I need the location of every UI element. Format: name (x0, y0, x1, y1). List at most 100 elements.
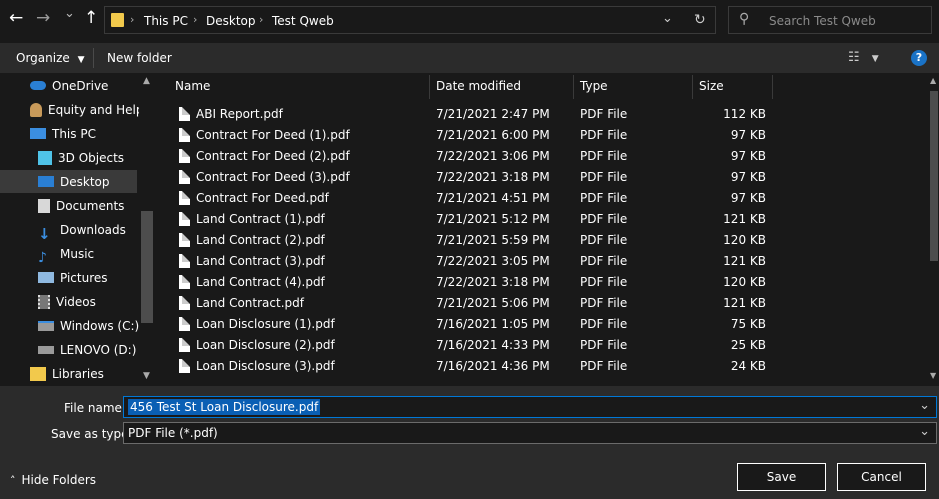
pdf-file-icon (179, 170, 190, 184)
cancel-button[interactable]: Cancel (837, 463, 926, 491)
breadcrumb-separator-icon: › (259, 13, 264, 26)
scroll-up-icon[interactable]: ▲ (143, 76, 150, 86)
save-button[interactable]: Save (737, 463, 826, 491)
pdf-file-icon (179, 149, 190, 163)
filename-field[interactable]: 456 Test St Loan Disclosure.pdf ⌄ (123, 396, 937, 418)
file-row[interactable]: Loan Disclosure (1).pdf 7/16/2021 1:05 PM… (167, 314, 772, 335)
forward-button[interactable]: → (36, 8, 50, 28)
column-divider (692, 75, 693, 99)
hide-folders-button[interactable]: ˄ Hide Folders (10, 473, 96, 487)
sidebar-item-windows-c[interactable]: Windows (C:) (38, 315, 139, 337)
file-list-scrollbar[interactable]: ▲ ▼ (929, 73, 939, 386)
view-options-button[interactable]: ☷ ▼ (848, 50, 879, 65)
toolbar: Organize ▼ New folder ☷ ▼ ? (0, 43, 939, 73)
sidebar-item-onedrive[interactable]: OneDrive (30, 75, 108, 97)
caret-down-icon: ▼ (871, 54, 879, 64)
library-icon (30, 366, 46, 381)
sidebar-scrollbar[interactable]: ▲ ▼ (139, 73, 155, 386)
refresh-icon[interactable]: ↻ (694, 12, 706, 28)
file-type: PDF File (580, 359, 628, 373)
scroll-down-icon[interactable]: ▼ (930, 371, 936, 380)
chevron-down-icon[interactable]: ⌄ (919, 424, 930, 439)
chevron-up-icon: ˄ (10, 474, 16, 487)
pdf-file-icon (179, 254, 190, 268)
file-name: Contract For Deed.pdf (196, 191, 329, 205)
scrollbar-thumb[interactable] (930, 91, 938, 261)
document-icon (38, 198, 50, 213)
pdf-file-icon (179, 317, 190, 331)
file-row[interactable]: Land Contract (2).pdf 7/21/2021 5:59 PM PD… (167, 230, 772, 251)
sidebar-item-label: Downloads (60, 223, 126, 237)
file-type: PDF File (580, 296, 628, 310)
file-row[interactable]: Land Contract (4).pdf 7/22/2021 3:18 PM PD… (167, 272, 772, 293)
breadcrumb-this-pc[interactable]: This PC (144, 14, 188, 28)
file-row[interactable]: Contract For Deed (2).pdf 7/22/2021 3:06 … (167, 146, 772, 167)
sidebar-item-label: Music (60, 247, 95, 261)
pdf-file-icon (179, 233, 190, 247)
file-row[interactable]: Land Contract (1).pdf 7/21/2021 5:12 PM PD… (167, 209, 772, 230)
search-box[interactable]: ⚲ Search Test Qweb (728, 6, 932, 34)
file-row[interactable]: Contract For Deed.pdf 7/21/2021 4:51 PM PD… (167, 188, 772, 209)
file-name: Loan Disclosure (2).pdf (196, 338, 335, 352)
new-folder-button[interactable]: New folder (107, 51, 172, 65)
recent-locations-button[interactable]: ⌄ (64, 6, 75, 21)
sidebar-item-3d-objects[interactable]: 3D Objects (38, 147, 124, 169)
sidebar-item-documents[interactable]: Documents (38, 195, 124, 217)
help-icon[interactable]: ? (911, 50, 927, 66)
file-date: 7/16/2021 4:36 PM (436, 359, 550, 373)
column-header-name[interactable]: Name (175, 73, 210, 100)
sidebar-item-this-pc[interactable]: This PC (30, 123, 96, 145)
scrollbar-thumb[interactable] (141, 211, 153, 323)
search-placeholder: Search Test Qweb (769, 14, 876, 28)
file-row[interactable]: ABI Report.pdf 7/21/2021 2:47 PM PDF File 1… (167, 104, 772, 125)
file-name: Contract For Deed (3).pdf (196, 170, 350, 184)
pdf-file-icon (179, 191, 190, 205)
sidebar-item-label: OneDrive (52, 79, 109, 93)
sidebar-item-music[interactable]: ♪ Music (38, 243, 95, 266)
save-as-type-select[interactable]: PDF File (*.pdf) ⌄ (123, 422, 937, 444)
file-row[interactable]: Land Contract.pdf 7/21/2021 5:06 PM PDF Fi… (167, 293, 772, 314)
column-header-size[interactable]: Size (699, 73, 724, 100)
file-date: 7/22/2021 3:18 PM (436, 170, 550, 184)
sidebar-item-pictures[interactable]: Pictures (38, 267, 108, 289)
drive-icon (38, 320, 54, 331)
sidebar-item-videos[interactable]: Videos (38, 291, 96, 313)
cloud-icon (30, 81, 46, 90)
file-row[interactable]: Land Contract (3).pdf 7/22/2021 3:05 PM PD… (167, 251, 772, 272)
file-row[interactable]: Loan Disclosure (2).pdf 7/16/2021 4:33 PM… (167, 335, 772, 356)
breadcrumb-test-qweb[interactable]: Test Qweb (272, 14, 334, 28)
up-button[interactable]: ↑ (84, 8, 98, 28)
file-size: 25 KB (730, 338, 766, 352)
file-type: PDF File (580, 191, 628, 205)
address-dropdown-icon[interactable]: ⌄ (662, 11, 673, 26)
address-bar[interactable]: › This PC › Desktop › Test Qweb ⌄ ↻ (104, 6, 716, 34)
scroll-up-icon[interactable]: ▲ (930, 76, 936, 85)
toolbar-divider (93, 48, 94, 68)
sidebar-item-label: Documents (56, 199, 125, 213)
music-icon: ♪ (38, 249, 47, 266)
sidebar-item-downloads[interactable]: ↓ Downloads (38, 219, 126, 243)
file-row[interactable]: Contract For Deed (3).pdf 7/22/2021 3:18 … (167, 167, 772, 188)
file-row[interactable]: Contract For Deed (1).pdf 7/21/2021 6:00 … (167, 125, 772, 146)
organize-button[interactable]: Organize ▼ (16, 51, 85, 65)
column-divider (573, 75, 574, 99)
back-button[interactable]: ← (9, 8, 23, 28)
chevron-down-icon: ⌄ (64, 6, 75, 21)
file-date: 7/21/2021 4:51 PM (436, 191, 550, 205)
sidebar-item-equity-and-help[interactable]: Equity and Help (30, 99, 144, 121)
column-header-date[interactable]: Date modified (436, 73, 521, 100)
file-row[interactable]: Loan Disclosure (3).pdf 7/16/2021 4:36 PM… (167, 356, 772, 377)
pdf-file-icon (179, 128, 190, 142)
sidebar-item-label: Desktop (60, 175, 110, 189)
sidebar-item-lenovo-d[interactable]: LENOVO (D:) (38, 339, 136, 361)
download-icon: ↓ (38, 224, 51, 243)
breadcrumb-desktop[interactable]: Desktop (206, 14, 256, 28)
column-header-type[interactable]: Type (580, 73, 608, 100)
sidebar-item-libraries[interactable]: Libraries (30, 363, 104, 385)
filename-label: File name: (64, 401, 126, 415)
scroll-down-icon[interactable]: ▼ (143, 371, 150, 381)
file-type: PDF File (580, 212, 628, 226)
sidebar-item-desktop[interactable]: Desktop (38, 171, 110, 193)
file-size: 121 KB (723, 212, 766, 226)
chevron-down-icon[interactable]: ⌄ (919, 398, 930, 413)
